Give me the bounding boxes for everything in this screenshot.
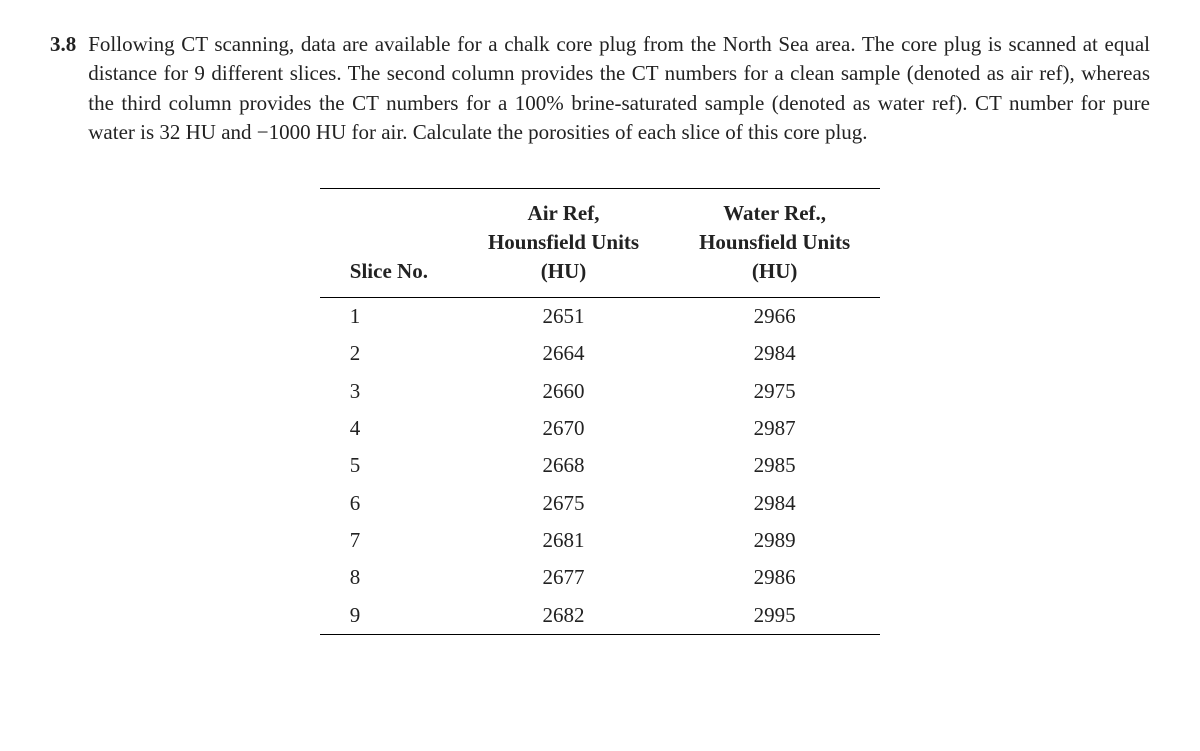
cell-air: 2651 [458,297,669,335]
cell-air: 2670 [458,410,669,447]
table-row: 426702987 [320,410,880,447]
cell-water: 2975 [669,373,880,410]
table-row: 626752984 [320,485,880,522]
cell-slice: 4 [320,410,458,447]
cell-air: 2677 [458,559,669,596]
header-water-line3: (HU) [752,259,798,283]
header-air-line2: Hounsfield Units [488,230,639,254]
problem-block: 3.8 Following CT scanning, data are avai… [50,30,1150,148]
header-water: Water Ref., Hounsfield Units (HU) [669,188,880,297]
cell-air: 2664 [458,335,669,372]
table-row: 226642984 [320,335,880,372]
header-water-line1: Water Ref., [723,201,826,225]
problem-number: 3.8 [50,30,76,59]
header-air: Air Ref, Hounsfield Units (HU) [458,188,669,297]
cell-slice: 5 [320,447,458,484]
cell-air: 2660 [458,373,669,410]
table-row: 726812989 [320,522,880,559]
cell-water: 2986 [669,559,880,596]
header-water-line2: Hounsfield Units [699,230,850,254]
cell-water: 2966 [669,297,880,335]
cell-air: 2682 [458,597,669,635]
cell-slice: 7 [320,522,458,559]
cell-air: 2668 [458,447,669,484]
header-air-line1: Air Ref, [528,201,600,225]
data-table: Slice No. Air Ref, Hounsfield Units (HU)… [320,188,880,636]
table-row: 526682985 [320,447,880,484]
cell-slice: 9 [320,597,458,635]
table-row: 126512966 [320,297,880,335]
problem-text: Following CT scanning, data are availabl… [88,30,1150,148]
cell-water: 2995 [669,597,880,635]
cell-air: 2675 [458,485,669,522]
header-slice: Slice No. [320,188,458,297]
table-header-row: Slice No. Air Ref, Hounsfield Units (HU)… [320,188,880,297]
table-row: 326602975 [320,373,880,410]
cell-slice: 6 [320,485,458,522]
table-wrapper: Slice No. Air Ref, Hounsfield Units (HU)… [50,188,1150,636]
table-row: 826772986 [320,559,880,596]
cell-air: 2681 [458,522,669,559]
header-air-line3: (HU) [541,259,587,283]
cell-water: 2984 [669,485,880,522]
cell-water: 2987 [669,410,880,447]
cell-slice: 2 [320,335,458,372]
cell-water: 2989 [669,522,880,559]
cell-slice: 1 [320,297,458,335]
table-row: 926822995 [320,597,880,635]
cell-slice: 8 [320,559,458,596]
cell-water: 2984 [669,335,880,372]
cell-slice: 3 [320,373,458,410]
header-slice-label: Slice No. [350,259,428,283]
cell-water: 2985 [669,447,880,484]
